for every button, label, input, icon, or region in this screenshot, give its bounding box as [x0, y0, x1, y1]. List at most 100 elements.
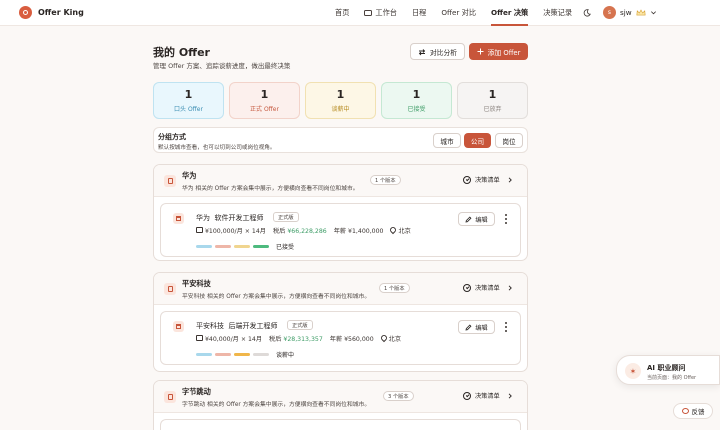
offer-after-tax: 税后 ¥28,313,357	[269, 334, 323, 343]
city-value: 北京	[388, 336, 402, 343]
check-circle-icon	[463, 391, 471, 400]
more-options-icon[interactable]	[504, 214, 508, 224]
offer-title: 平安科技 后端开发工程师	[196, 321, 277, 331]
offer-card[interactable]: 华为 软件开发工程师 正式版 ¥100,000/月 × 14月 税后 ¥66,2…	[160, 203, 521, 257]
stat-accepted[interactable]: 1 已接受	[381, 82, 452, 119]
main-nav: 首页 工作台 日程 Offer 对比 Offer 决策 决策记录	[335, 0, 587, 26]
stat-value: 1	[412, 88, 421, 101]
nav-item-offer-compare[interactable]: Offer 对比	[441, 0, 476, 26]
stat-label: 谈薪中	[331, 106, 350, 113]
nav-item-decision-records[interactable]: 决策记录	[543, 0, 572, 26]
stat-formal-offer[interactable]: 1 正式 Offer	[229, 82, 300, 119]
group-desc: 字节跳动 相关的 Offer 方案会集中展示，方便横向查看不同岗位和城市。	[182, 402, 371, 408]
nav-label: 决策记录	[543, 8, 573, 17]
decision-checklist-link[interactable]: 决策清单	[463, 391, 500, 400]
feedback-label: 反馈	[691, 408, 705, 416]
compare-analysis-button[interactable]: 对比分析	[410, 43, 465, 60]
offer-details: ¥40,000/月 × 14月 税后 ¥28,313,357 年薪 ¥560,0…	[196, 333, 402, 343]
more-options-icon[interactable]	[504, 322, 508, 332]
stat-label: 已接受	[407, 106, 426, 113]
offer-position: 后端开发工程师	[228, 322, 278, 330]
group-desc: 华为 相关的 Offer 方案会集中展示，方便横向查看不同岗位和城市。	[182, 186, 359, 192]
check-circle-icon	[463, 175, 471, 184]
stat-declined[interactable]: 1 已放弃	[457, 82, 528, 119]
crown-icon	[636, 8, 646, 15]
progress-step	[253, 353, 269, 356]
salary-value: ¥40,000/月 × 14月	[205, 336, 263, 343]
chevron-right-icon[interactable]	[507, 177, 513, 183]
edit-offer-button[interactable]: 编辑	[458, 212, 495, 226]
checklist-label: 决策清单	[475, 393, 500, 400]
offer-salary: ¥100,000/月 × 14月	[196, 226, 266, 235]
annual-value: ¥1,400,000	[348, 228, 384, 235]
pencil-icon	[465, 216, 472, 223]
nav-label: 首页	[335, 8, 350, 17]
nav-label: Offer 对比	[441, 8, 477, 17]
chevron-right-icon[interactable]	[507, 393, 513, 399]
top-navbar: Offer King 首页 工作台 日程 Offer 对比 Offer 决策 决…	[0, 0, 720, 26]
brand[interactable]: Offer King	[19, 6, 84, 19]
offer-card[interactable]	[160, 419, 521, 430]
progress-step	[215, 245, 231, 248]
nav-item-offer-decision[interactable]: Offer 决策	[491, 0, 529, 26]
location-pin-icon	[389, 225, 398, 235]
add-offer-button[interactable]: 添加 Offer	[469, 43, 528, 60]
building-icon	[173, 321, 184, 332]
nav-label: Offer 决策	[491, 8, 529, 17]
offer-annual: 年薪 ¥560,000	[330, 334, 374, 343]
offer-annual: 年薪 ¥1,400,000	[334, 226, 384, 235]
user-menu[interactable]: s sjw	[603, 6, 657, 19]
nav-item-schedule[interactable]: 日程	[412, 0, 426, 26]
stat-label: 正式 Offer	[250, 106, 279, 113]
group-header[interactable]: 平安科技 平安科技 相关的 Offer 方案会集中展示，方便横向查看不同岗位和城…	[154, 273, 527, 305]
edit-offer-button[interactable]: 编辑	[458, 320, 495, 334]
checklist-label: 决策清单	[475, 285, 500, 292]
grouping-title: 分组方式	[158, 133, 186, 141]
offer-card[interactable]: 平安科技 后端开发工程师 正式版 ¥40,000/月 × 14月 税后 ¥28,…	[160, 311, 521, 365]
offer-position: 软件开发工程师	[214, 214, 264, 222]
feedback-button[interactable]: 反馈	[673, 403, 713, 419]
chat-bubble-icon	[681, 408, 689, 414]
progress-step	[196, 353, 212, 356]
company-group-bytedance: 字节跳动 字节跳动 相关的 Offer 方案会集中展示，方便横向查看不同岗位和城…	[153, 380, 528, 430]
group-by-city-button[interactable]: 城市	[433, 133, 461, 148]
nav-item-home[interactable]: 首页	[335, 0, 349, 26]
offer-company: 华为	[196, 214, 210, 222]
offer-status: 谈薪中	[276, 352, 295, 359]
offer-title: 华为 软件开发工程师	[196, 213, 263, 223]
checklist-label: 决策清单	[475, 177, 500, 184]
grouping-bar: 分组方式 默认按城市查看，也可以切到公司或岗位视角。 城市 公司 岗位	[153, 127, 528, 153]
ai-subtitle: 当前页面：我的 Offer	[647, 375, 697, 381]
chevron-right-icon[interactable]	[507, 285, 513, 291]
sparkle-icon: ✶	[625, 363, 641, 379]
plus-icon	[477, 48, 484, 55]
offer-progress: 已接受	[196, 242, 294, 251]
annual-label: 年薪	[333, 228, 347, 235]
check-circle-icon	[463, 283, 471, 292]
offer-stats: 1 口头 Offer 1 正式 Offer 1 谈薪中 1 已接受 1 已放弃	[153, 82, 528, 119]
username: sjw	[620, 8, 632, 17]
city-value: 北京	[398, 228, 411, 235]
calendar-icon	[196, 227, 203, 233]
group-header[interactable]: 字节跳动 字节跳动 相关的 Offer 方案会集中展示，方便横向查看不同岗位和城…	[154, 381, 527, 413]
ai-career-advisor[interactable]: ✶ AI 职业顾问 当前页面：我的 Offer	[616, 355, 720, 385]
nav-label: 日程	[411, 8, 427, 17]
group-header[interactable]: 华为 华为 相关的 Offer 方案会集中展示，方便横向查看不同岗位和城市。 1…	[154, 165, 527, 197]
group-by-position-button[interactable]: 岗位	[495, 133, 523, 148]
add-label: 添加 Offer	[487, 48, 521, 57]
stat-verbal-offer[interactable]: 1 口头 Offer	[153, 82, 224, 119]
decision-checklist-link[interactable]: 决策清单	[463, 283, 500, 292]
building-icon	[173, 213, 184, 224]
offer-progress: 谈薪中	[196, 350, 294, 359]
briefcase-icon	[364, 10, 373, 16]
stat-negotiating[interactable]: 1 谈薪中	[305, 82, 376, 119]
moon-icon[interactable]	[583, 9, 591, 17]
company-group-pingan: 平安科技 平安科技 相关的 Offer 方案会集中展示，方便横向查看不同岗位和城…	[153, 272, 528, 372]
decision-checklist-link[interactable]: 决策清单	[463, 175, 500, 184]
pencil-icon	[465, 324, 472, 331]
annual-label: 年薪	[329, 336, 343, 343]
nav-item-workbench[interactable]: 工作台	[364, 0, 397, 26]
progress-step	[196, 245, 212, 248]
offer-type-badge: 正式版	[273, 212, 299, 222]
group-by-company-button[interactable]: 公司	[464, 133, 491, 148]
